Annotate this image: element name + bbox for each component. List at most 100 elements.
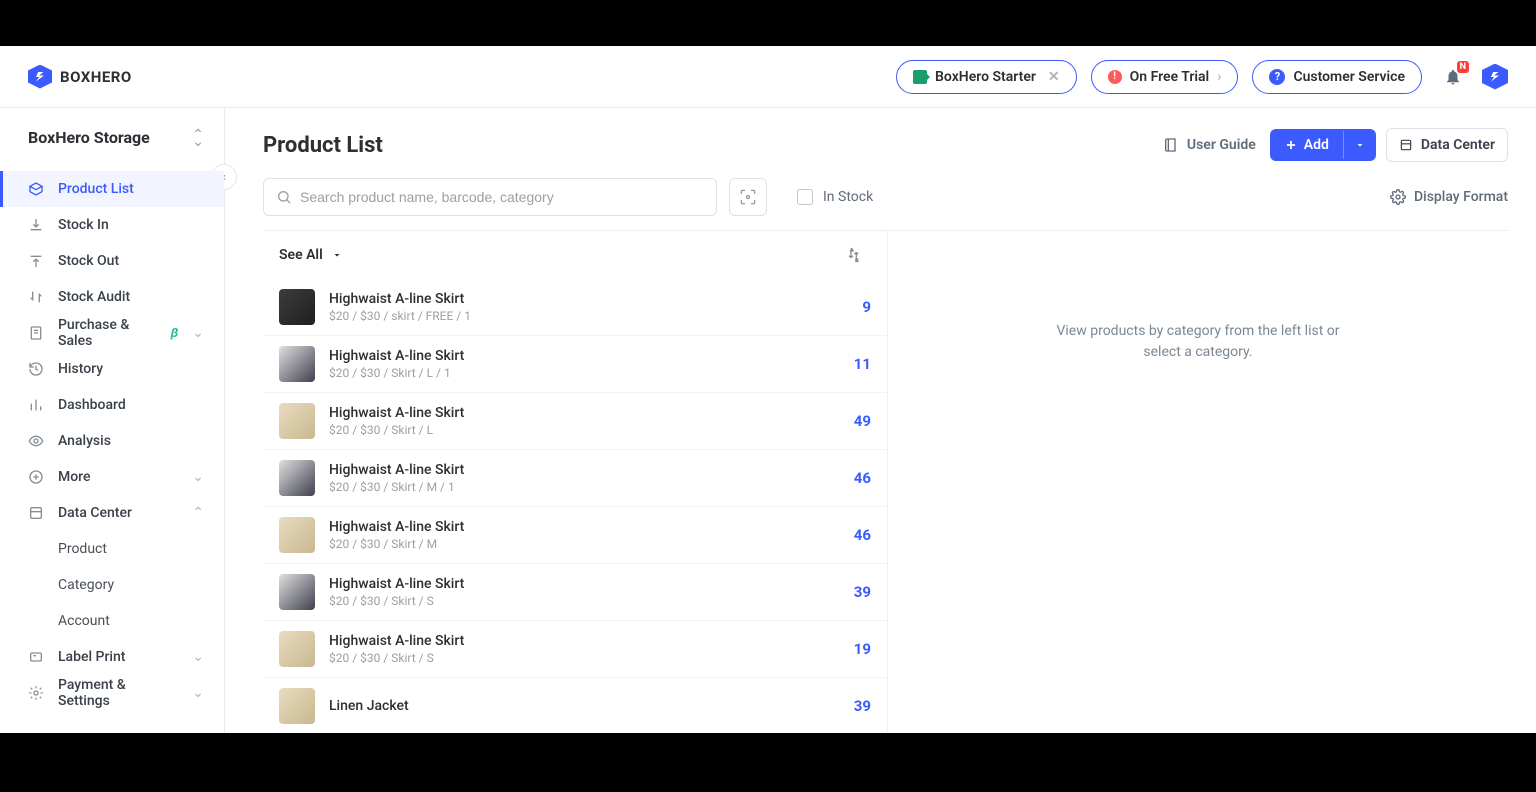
- sidebar-item-label: Dashboard: [58, 397, 126, 413]
- topbar: BOXHERO BoxHero Starter ✕ ! On Free Tria…: [0, 46, 1536, 108]
- starter-label: BoxHero Starter: [935, 69, 1036, 85]
- sidebar-item-product-list[interactable]: Product List: [0, 171, 224, 207]
- instock-filter[interactable]: In Stock: [797, 189, 873, 205]
- sidebar: BoxHero Storage ⌃⌄ ‹ Product ListStock I…: [0, 108, 225, 733]
- sidebar-item-label: Purchase & Sales: [58, 317, 163, 349]
- product-row[interactable]: Linen Jacket39: [263, 678, 887, 733]
- workspace-selector[interactable]: BoxHero Storage ⌃⌄: [0, 108, 224, 163]
- product-meta: $20 / $30 / Skirt / S: [329, 651, 854, 665]
- sidebar-item-payment-settings[interactable]: Payment & Settings⌄: [0, 675, 224, 711]
- search-box[interactable]: [263, 178, 717, 216]
- see-all-label: See All: [279, 247, 323, 263]
- product-row[interactable]: Highwaist A-line Skirt$20 / $30 / Skirt …: [263, 564, 887, 621]
- product-qty: 46: [854, 526, 871, 544]
- toolbar: In Stock Display Format: [263, 178, 1508, 216]
- chevron-down-icon: ⌄: [192, 649, 204, 665]
- starter-pill[interactable]: BoxHero Starter ✕: [896, 60, 1077, 94]
- product-name: Highwaist A-line Skirt: [329, 291, 862, 307]
- product-qty: 11: [854, 355, 871, 373]
- chevron-down-icon: ⌄: [192, 685, 204, 701]
- product-name: Highwaist A-line Skirt: [329, 348, 854, 364]
- sidebar-item-more[interactable]: More⌄: [0, 459, 224, 495]
- db-icon: [28, 505, 44, 521]
- sidebar-subitem-product[interactable]: Product: [0, 531, 224, 567]
- content: Product List User Guide Add: [225, 108, 1536, 733]
- notif-badge: N: [1457, 61, 1469, 73]
- user-guide-label: User Guide: [1187, 137, 1256, 153]
- eye-icon: [28, 433, 44, 449]
- history-icon: [28, 361, 44, 377]
- see-all-filter[interactable]: See All: [279, 247, 343, 263]
- data-center-button[interactable]: Data Center: [1386, 128, 1508, 162]
- nav: Product List Stock In Stock Out Stock Audit…: [0, 163, 224, 733]
- user-guide-button[interactable]: User Guide: [1163, 137, 1256, 153]
- sidebar-subitem-category[interactable]: Category: [0, 567, 224, 603]
- product-row[interactable]: Highwaist A-line Skirt $20 / $30 / Skirt …: [263, 336, 887, 393]
- sidebar-item-stock-in[interactable]: Stock In: [0, 207, 224, 243]
- display-format-label: Display Format: [1414, 189, 1508, 205]
- box-icon: [28, 181, 44, 197]
- sidebar-item-dashboard[interactable]: Dashboard: [0, 387, 224, 423]
- trial-pill[interactable]: ! On Free Trial ›: [1091, 60, 1239, 94]
- close-icon[interactable]: ✕: [1048, 69, 1060, 85]
- database-icon: [1399, 138, 1413, 152]
- sidebar-item-analysis[interactable]: Analysis: [0, 423, 224, 459]
- logo[interactable]: BOXHERO: [28, 65, 132, 89]
- product-thumbnail: [279, 688, 315, 724]
- sidebar-item-label: More: [58, 469, 91, 485]
- sidebar-subitem-account[interactable]: Account: [0, 603, 224, 639]
- plus-circle-icon: [28, 469, 44, 485]
- service-pill[interactable]: ? Customer Service: [1252, 60, 1422, 94]
- product-name: Highwaist A-line Skirt: [329, 462, 854, 478]
- chevron-right-icon: ›: [1217, 69, 1221, 85]
- gear-icon: [28, 685, 44, 701]
- product-row[interactable]: Highwaist A-line Skirt$20 / $30 / Skirt …: [263, 621, 887, 678]
- product-qty: 39: [854, 583, 871, 601]
- sidebar-item-stock-audit[interactable]: Stock Audit: [0, 279, 224, 315]
- product-meta: $20 / $30 / skirt / FREE / 1: [329, 309, 862, 323]
- instock-checkbox[interactable]: [797, 189, 813, 205]
- product-thumbnail: [279, 289, 315, 325]
- add-button[interactable]: Add: [1270, 129, 1376, 161]
- product-row[interactable]: Highwaist A-line Skirt$20 / $30 / Skirt …: [263, 393, 887, 450]
- sidebar-item-data-center[interactable]: Data Center⌃: [0, 495, 224, 531]
- sidebar-item-label: Stock In: [58, 217, 109, 233]
- display-format-button[interactable]: Display Format: [1390, 189, 1508, 205]
- product-qty: 9: [862, 298, 871, 316]
- alert-icon: !: [1108, 70, 1122, 84]
- sidebar-item-label: Stock Out: [58, 253, 119, 269]
- sidebar-item-label: Stock Audit: [58, 289, 130, 305]
- product-thumbnail: [279, 346, 315, 382]
- sidebar-item-stock-out[interactable]: Stock Out: [0, 243, 224, 279]
- product-row[interactable]: Highwaist A-line Skirt $20 / $30 / Skirt …: [263, 450, 887, 507]
- product-row[interactable]: Highwaist A-line Skirt$20 / $30 / Skirt …: [263, 507, 887, 564]
- page-header: Product List User Guide Add: [263, 128, 1508, 162]
- search-input[interactable]: [300, 189, 704, 205]
- upload-icon: [28, 253, 44, 269]
- product-thumbnail: [279, 517, 315, 553]
- sidebar-item-purchase-sales[interactable]: Purchase & Salesβ⌄: [0, 315, 224, 351]
- avatar[interactable]: [1482, 64, 1508, 90]
- download-icon: [28, 217, 44, 233]
- product-row[interactable]: Highwaist A-line Skirt $20 / $30 / skirt …: [263, 279, 887, 336]
- scan-icon: [739, 188, 757, 206]
- product-name: Highwaist A-line Skirt: [329, 519, 854, 535]
- product-meta: $20 / $30 / Skirt / M / 1: [329, 480, 854, 494]
- add-dropdown[interactable]: [1343, 131, 1376, 159]
- sidebar-item-label: Label Print: [58, 649, 125, 665]
- scan-button[interactable]: [729, 178, 767, 216]
- product-qty: 19: [854, 640, 871, 658]
- gear-icon: [1390, 189, 1406, 205]
- product-meta: $20 / $30 / Skirt / L / 1: [329, 366, 854, 380]
- notification-bell[interactable]: N: [1444, 68, 1462, 86]
- sidebar-item-label: Analysis: [58, 433, 111, 449]
- sidebar-item-label-print[interactable]: Label Print ⌄: [0, 639, 224, 675]
- product-thumbnail: [279, 574, 315, 610]
- product-list[interactable]: Highwaist A-line Skirt $20 / $30 / skirt …: [263, 279, 887, 733]
- sidebar-item-history[interactable]: History: [0, 351, 224, 387]
- workspace-name: BoxHero Storage: [28, 128, 150, 147]
- product-name: Highwaist A-line Skirt: [329, 576, 854, 592]
- product-meta: $20 / $30 / Skirt / L: [329, 423, 854, 437]
- sort-button[interactable]: AZ: [847, 247, 863, 263]
- add-label: Add: [1304, 137, 1329, 153]
